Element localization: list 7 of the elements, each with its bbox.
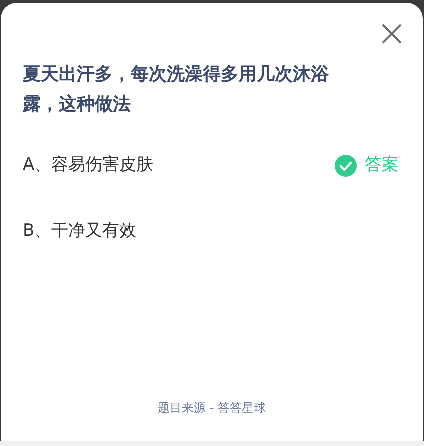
option-text[interactable]: B、干净又有效 <box>23 219 137 245</box>
option-text[interactable]: A、容易伤害皮肤 <box>23 153 154 179</box>
source-text: 题目来源 - 答答星球 <box>157 400 267 417</box>
question-text: 夏天出汗多，每次洗澡得多用几次沐浴露，这种做法 <box>23 63 330 117</box>
close-button[interactable] <box>381 23 403 45</box>
answer-label: 答案 <box>365 154 399 178</box>
check-icon <box>335 155 357 177</box>
